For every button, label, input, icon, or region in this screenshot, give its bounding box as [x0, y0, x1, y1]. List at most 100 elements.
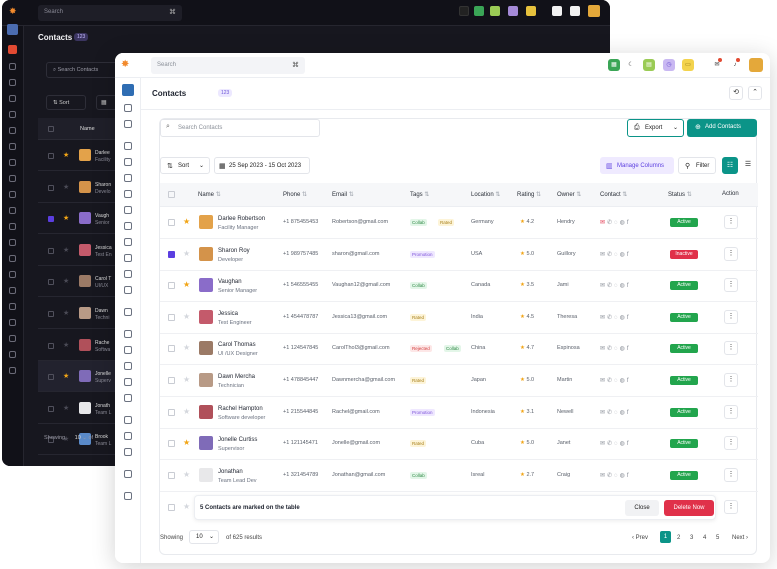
nav-deals-icon[interactable] — [123, 174, 132, 182]
dark-user-avatar[interactable] — [588, 5, 600, 17]
mail-icon[interactable]: ✉ — [600, 346, 607, 352]
dark-row-checkbox[interactable] — [48, 279, 54, 286]
column-header[interactable]: Name ⇅ — [198, 191, 221, 198]
contact-name[interactable]: Jonelle Curtiss — [218, 437, 257, 443]
star-icon[interactable]: ★ — [183, 375, 190, 384]
clock-icon[interactable]: ◷ — [663, 59, 675, 71]
phone-icon[interactable]: ✆ — [607, 473, 614, 479]
contact-channel-icons[interactable]: ✉✆◌◍f — [600, 314, 631, 321]
refresh-icon[interactable]: ⟲ — [729, 86, 743, 100]
dark-sidebar-active-icon[interactable] — [8, 45, 17, 54]
facebook-icon[interactable]: f — [627, 410, 631, 416]
dark-nav-icon-4[interactable] — [9, 111, 16, 118]
phone-icon[interactable]: ✆ — [607, 410, 614, 416]
dark-row-checkbox[interactable] — [48, 405, 54, 412]
page-3-button[interactable]: 3 — [690, 535, 693, 541]
nav-filter-icon[interactable] — [123, 206, 132, 214]
dark-star-icon[interactable]: ★ — [63, 372, 69, 380]
table-row[interactable]: ★ Darlee Robertson Facility Manager +1 8754… — [160, 207, 758, 239]
row-action-menu-icon[interactable]: ⋮ — [724, 309, 738, 324]
user-avatar[interactable] — [749, 58, 763, 72]
facebook-icon[interactable]: f — [627, 252, 631, 258]
table-row[interactable]: ★ Jonelle Curtiss Supervisor +1 121145471 Jo… — [160, 428, 758, 461]
skype-icon[interactable]: ◍ — [620, 252, 627, 258]
contact-channel-icons[interactable]: ✉✆◌◍f — [600, 440, 631, 447]
dark-row-checkbox[interactable] — [48, 342, 54, 349]
table-row[interactable]: ★ Sharon Roy Developer +1 989757485 sharon@g… — [160, 239, 758, 271]
dark-star-icon[interactable]: ★ — [63, 309, 69, 317]
apps-icon[interactable]: ▦ — [608, 59, 620, 71]
nav-sitemap-icon[interactable] — [123, 432, 132, 440]
nav-doc-icon[interactable] — [123, 308, 132, 316]
dark-nav-icon-5[interactable] — [9, 127, 16, 134]
page-5-button[interactable]: 5 — [716, 535, 719, 541]
dark-nav-icon-7[interactable] — [9, 159, 16, 166]
filter-button[interactable]: ⚲ Filter — [678, 157, 716, 174]
row-action-menu-icon[interactable]: ⋮ — [724, 373, 738, 387]
star-icon[interactable]: ★ — [183, 312, 190, 321]
manage-columns-button[interactable]: ▥ Manage Columns — [600, 157, 674, 174]
delete-now-button[interactable]: Delete Now — [664, 500, 714, 516]
nav-settings-icon[interactable] — [123, 362, 132, 370]
dark-star-icon[interactable]: ★ — [63, 246, 69, 254]
star-icon[interactable]: ★ — [183, 280, 190, 289]
star-icon[interactable]: ★ — [183, 407, 190, 416]
add-contacts-button[interactable]: ⊕ Add Contacts — [687, 119, 757, 137]
date-range-button[interactable]: ▦ 25 Sep 2023 - 15 Oct 2023 — [214, 157, 310, 174]
phone-icon[interactable]: ✆ — [607, 220, 614, 226]
nav-users-icon[interactable] — [123, 142, 132, 150]
dark-app-icon-green[interactable] — [474, 6, 484, 16]
dark-nav-icon-1[interactable] — [9, 63, 16, 70]
note-icon[interactable]: ▤ — [643, 59, 655, 71]
dark-star-icon[interactable]: ★ — [63, 151, 69, 159]
dark-row-checkbox[interactable] — [48, 374, 54, 381]
row-checkbox[interactable] — [168, 471, 175, 479]
mail-icon[interactable]: ✉ — [600, 283, 607, 289]
contact-channel-icons[interactable]: ✉✆◌◍f — [600, 345, 631, 352]
phone-icon[interactable]: ✆ — [607, 252, 614, 258]
nav-team-icon[interactable] — [123, 238, 132, 246]
phone-icon[interactable]: ✆ — [607, 346, 614, 352]
column-header[interactable]: Email ⇅ — [332, 191, 354, 198]
nav-flag-icon[interactable] — [123, 448, 132, 456]
dark-nav-icon-3[interactable] — [9, 95, 16, 102]
facebook-icon[interactable]: f — [627, 473, 631, 479]
dark-sort-button[interactable]: ⇅ Sort — [46, 95, 86, 110]
search-contacts-input[interactable]: ⌕ Search Contacts — [160, 119, 320, 137]
phone-icon[interactable]: ✆ — [607, 283, 614, 289]
skype-icon[interactable]: ◍ — [620, 220, 627, 226]
contact-name[interactable]: Darlee Robertson — [218, 216, 265, 222]
dark-nav-icon-2[interactable] — [9, 79, 16, 86]
mail-icon[interactable]: ✉ — [600, 441, 607, 447]
next-button[interactable]: Next › — [732, 535, 748, 541]
dark-settings-icon[interactable] — [459, 6, 469, 16]
row-checkbox[interactable] — [168, 440, 175, 448]
dark-nav-icon-8[interactable] — [9, 175, 16, 182]
grid-view-icon[interactable]: ☰ — [740, 157, 756, 174]
row-checkbox[interactable] — [168, 219, 175, 226]
select-all-checkbox[interactable] — [168, 191, 175, 198]
mail-icon[interactable]: ✉ — [600, 378, 607, 384]
row-action-menu-icon[interactable]: ⋮ — [724, 215, 738, 229]
contact-name[interactable]: Jonathan — [218, 469, 243, 475]
star-icon[interactable]: ★ — [183, 249, 190, 258]
nav-chart-icon[interactable] — [123, 270, 132, 278]
dark-star-icon[interactable]: ★ — [63, 214, 69, 222]
facebook-icon[interactable]: f — [627, 220, 631, 226]
nav-grid-icon[interactable] — [123, 254, 132, 262]
list-view-icon[interactable]: ☷ — [722, 157, 738, 174]
dark-row-checkbox[interactable] — [48, 247, 54, 254]
row-action-menu-icon[interactable]: ⋮ — [724, 467, 738, 482]
phone-icon[interactable]: ✆ — [607, 441, 614, 447]
nav-users2-icon[interactable] — [123, 416, 132, 424]
mail-icon[interactable]: ✉ — [600, 252, 607, 258]
star-icon[interactable]: ★ — [183, 217, 190, 226]
row-action-menu-icon[interactable]: ⋮ — [724, 404, 738, 419]
dark-row-checkbox[interactable] — [48, 184, 54, 191]
dark-nav-icon-6[interactable] — [9, 143, 16, 150]
contact-name[interactable]: Carol Thomas — [218, 342, 256, 348]
star-icon[interactable]: ★ — [183, 438, 190, 447]
contact-channel-icons[interactable]: ✉✆◌◍f — [600, 251, 631, 258]
dark-nav-icon-13[interactable] — [9, 255, 16, 262]
contact-channel-icons[interactable]: ✉✆◌◍f — [600, 219, 631, 226]
